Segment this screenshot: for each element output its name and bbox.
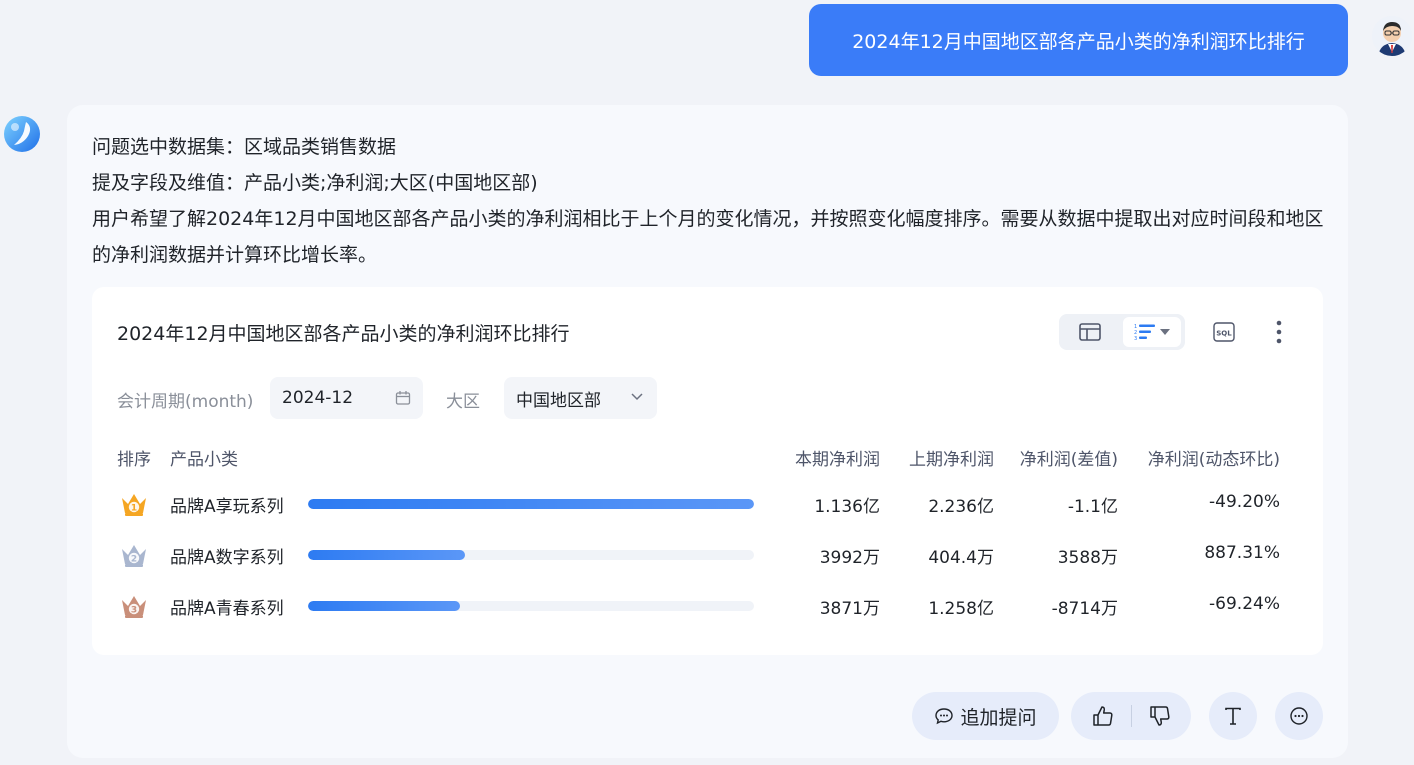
sql-icon-label: SQL bbox=[1216, 330, 1232, 338]
profit-bar-track bbox=[308, 499, 754, 509]
more-options-icon[interactable] bbox=[1267, 318, 1291, 346]
profit-mom-value: -69.24% bbox=[1209, 594, 1280, 614]
header-previous-profit[interactable]: 上期净利润 bbox=[884, 445, 994, 470]
ranking-card: 2024年12月中国地区部各产品小类的净利润环比排行 1 2 3 SQL 会计周… bbox=[92, 287, 1323, 655]
profit-mom-value: 887.31% bbox=[1204, 543, 1280, 563]
sql-icon[interactable]: SQL bbox=[1211, 319, 1237, 345]
rank-number: 1 bbox=[131, 503, 137, 513]
product-name: 品牌A享玩系列 bbox=[170, 497, 284, 517]
thumbs-down-icon[interactable] bbox=[1140, 705, 1180, 727]
view-toggle: 1 2 3 bbox=[1059, 314, 1185, 350]
period-filter-value: 2024-12 bbox=[282, 388, 354, 408]
profit-diff-value: -8714万 bbox=[1051, 599, 1118, 619]
card-title: 2024年12月中国地区部各产品小类的净利润环比排行 bbox=[117, 323, 570, 345]
answer-card: 问题选中数据集：区域品类销售数据 提及字段及维值：产品小类;净利润;大区(中国地… bbox=[67, 105, 1348, 758]
rank-crown-icon: 3 bbox=[120, 593, 148, 619]
period-filter-select[interactable]: 2024-12 bbox=[270, 377, 423, 419]
previous-profit-value: 1.258亿 bbox=[928, 599, 994, 619]
header-rank: 排序 bbox=[117, 450, 151, 470]
rank-crown-icon: 1 bbox=[120, 491, 148, 517]
profit-diff-value: 3588万 bbox=[1057, 548, 1118, 568]
region-filter-select[interactable]: 中国地区部 bbox=[504, 377, 657, 419]
rank-crown-icon: 2 bbox=[120, 542, 148, 568]
profit-bar-fill bbox=[308, 550, 465, 560]
analysis-line-intent: 用户希望了解2024年12月中国地区部各产品小类的净利润相比于上个月的变化情况，… bbox=[92, 208, 1324, 266]
analysis-line-dataset: 问题选中数据集：区域品类销售数据 bbox=[92, 136, 397, 158]
profit-mom-value: -49.20% bbox=[1209, 492, 1280, 512]
more-actions-button[interactable] bbox=[1275, 692, 1323, 740]
rank-number: 2 bbox=[131, 554, 137, 564]
profit-diff-value: -1.1亿 bbox=[1067, 497, 1118, 517]
previous-profit-value: 2.236亿 bbox=[928, 497, 994, 517]
profit-bar-track bbox=[308, 550, 754, 560]
profit-bar-fill bbox=[308, 601, 461, 611]
region-filter-value: 中国地区部 bbox=[516, 390, 601, 411]
follow-up-button[interactable]: 追加提问 bbox=[912, 692, 1059, 740]
header-current-profit[interactable]: 本期净利润 bbox=[780, 445, 880, 470]
table-row: 3 品牌A青春系列 3871万 1.258亿 -8714万 -69.24% bbox=[92, 586, 1323, 626]
period-filter-label: 会计周期(month) bbox=[117, 392, 254, 412]
thumbs-up-icon[interactable] bbox=[1083, 705, 1123, 727]
current-profit-value: 1.136亿 bbox=[814, 497, 880, 517]
header-profit-mom[interactable]: 净利润(动态环比) bbox=[1122, 445, 1280, 470]
product-name: 品牌A数字系列 bbox=[170, 548, 284, 568]
header-profit-diff[interactable]: 净利润(差值) bbox=[998, 445, 1118, 470]
current-profit-value: 3871万 bbox=[819, 599, 880, 619]
header-product: 产品小类 bbox=[170, 450, 238, 470]
text-format-icon bbox=[1225, 707, 1241, 725]
user-message-bubble: 2024年12月中国地区部各产品小类的净利润环比排行 bbox=[809, 4, 1348, 76]
feedback-divider bbox=[1130, 705, 1132, 727]
chat-bubble-icon bbox=[935, 708, 954, 725]
profit-bar-track bbox=[308, 601, 754, 611]
follow-up-label: 追加提问 bbox=[960, 706, 1037, 729]
analysis-line-fields: 提及字段及维值：产品小类;净利润;大区(中国地区部) bbox=[92, 172, 538, 194]
table-view-icon[interactable] bbox=[1059, 314, 1121, 350]
user-message-text: 2024年12月中国地区部各产品小类的净利润环比排行 bbox=[852, 30, 1305, 53]
current-profit-value: 3992万 bbox=[819, 548, 880, 568]
analysis-text: 问题选中数据集：区域品类销售数据 提及字段及维值：产品小类;净利润;大区(中国地… bbox=[92, 129, 1327, 273]
region-filter-label: 大区 bbox=[446, 392, 480, 412]
table-row: 2 品牌A数字系列 3992万 404.4万 3588万 887.31% bbox=[92, 535, 1323, 575]
table-row: 1 品牌A享玩系列 1.136亿 2.236亿 -1.1亿 -49.20% bbox=[92, 484, 1323, 524]
previous-profit-value: 404.4万 bbox=[928, 548, 994, 568]
assistant-logo-icon bbox=[2, 114, 42, 154]
text-format-button[interactable] bbox=[1209, 692, 1257, 740]
user-avatar bbox=[1372, 16, 1412, 56]
caret-down-icon bbox=[1160, 329, 1170, 335]
feedback-group bbox=[1071, 692, 1191, 740]
more-circle-icon bbox=[1290, 707, 1308, 725]
rank-number: 3 bbox=[131, 605, 137, 615]
product-name: 品牌A青春系列 bbox=[170, 599, 284, 619]
chevron-down-icon bbox=[631, 393, 643, 401]
profit-bar-fill bbox=[308, 499, 754, 509]
ranking-view-icon[interactable]: 1 2 3 bbox=[1123, 317, 1181, 347]
calendar-icon bbox=[395, 391, 411, 405]
svg-text:3: 3 bbox=[1134, 336, 1137, 341]
